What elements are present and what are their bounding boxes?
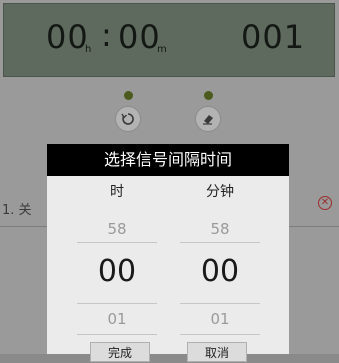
minute-selected-value[interactable]: 00 bbox=[180, 254, 260, 289]
dialog-title: 选择信号间隔时间 bbox=[47, 144, 289, 176]
hour-prev-option[interactable]: 58 bbox=[77, 220, 157, 238]
minute-next-option[interactable]: 01 bbox=[180, 310, 260, 328]
minutes-unit: m bbox=[157, 44, 167, 55]
list-item-label: 1. 关 bbox=[2, 203, 32, 218]
hour-column-label: 时 bbox=[110, 184, 124, 200]
minute-column-label: 分钟 bbox=[206, 184, 234, 200]
colon-separator: : bbox=[101, 16, 113, 54]
confirm-button[interactable]: 完成 bbox=[90, 342, 150, 362]
interval-picker-dialog: 选择信号间隔时间 时 分钟 58 00 01 58 00 01 完成 取消 bbox=[47, 144, 289, 362]
cancel-button[interactable]: 取消 bbox=[187, 342, 247, 362]
minute-separator-bottom bbox=[180, 303, 260, 304]
minute-separator-top bbox=[180, 242, 260, 243]
minute-prev-option[interactable]: 58 bbox=[180, 220, 260, 238]
signal-count: 001 bbox=[241, 18, 306, 56]
hours-unit: h bbox=[85, 44, 92, 55]
minute-separator-end bbox=[180, 334, 260, 335]
reset-button[interactable] bbox=[115, 106, 141, 132]
hour-separator-top bbox=[77, 242, 157, 243]
right-indicator-dot bbox=[204, 91, 213, 100]
clear-button[interactable] bbox=[195, 106, 221, 132]
minutes-value: 00 bbox=[118, 18, 161, 56]
left-indicator-dot bbox=[124, 91, 133, 100]
hour-next-option[interactable]: 01 bbox=[77, 310, 157, 328]
reset-icon bbox=[121, 113, 134, 125]
timer-display: 00 h : 00 m 001 bbox=[3, 3, 335, 77]
delete-icon[interactable]: ✕ bbox=[318, 196, 332, 210]
hour-selected-value[interactable]: 00 bbox=[77, 254, 157, 289]
hour-separator-end bbox=[77, 334, 157, 335]
hour-separator-bottom bbox=[77, 303, 157, 304]
eraser-icon bbox=[203, 115, 213, 125]
hours-value: 00 bbox=[46, 18, 89, 56]
